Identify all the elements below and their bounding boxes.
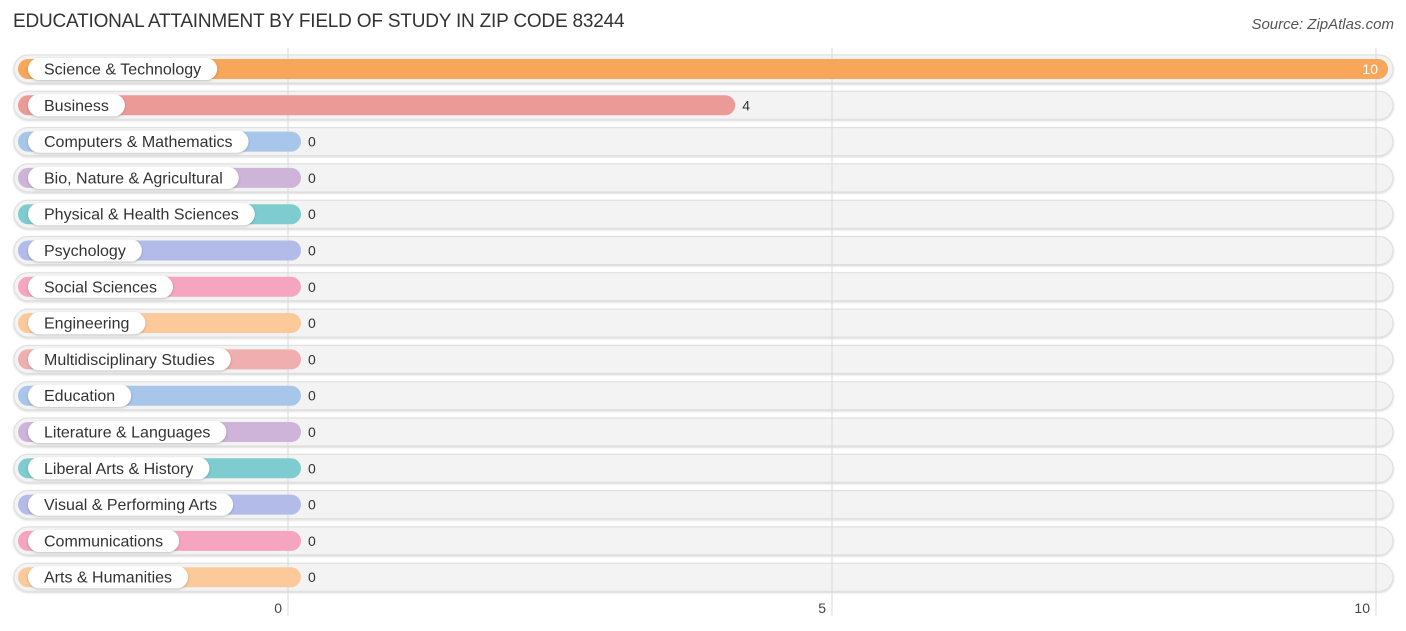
value-label: 10: [1362, 61, 1378, 77]
bar-group: Literature & Languages 0: [18, 421, 316, 443]
x-tick-label: 0: [274, 600, 282, 616]
value-label: 0: [308, 279, 316, 295]
bar-group: Bio, Nature & Agricultural 0: [18, 166, 316, 189]
bar-chart: Science & Technology 10 Business 4 Computers…: [13, 48, 1394, 616]
category-label: Arts & Humanities: [44, 570, 172, 587]
category-label: Literature & Languages: [44, 425, 210, 442]
category-label: Communications: [44, 533, 163, 550]
bar-group: Engineering 0: [18, 312, 316, 335]
value-label: 0: [308, 569, 316, 585]
bar-group: Computers & Mathematics 0: [18, 130, 316, 153]
category-label: Liberal Arts & History: [44, 461, 193, 478]
value-label: 0: [308, 134, 316, 150]
value-label: 0: [308, 460, 316, 476]
value-label: 0: [308, 388, 316, 404]
value-label: 0: [308, 243, 316, 259]
value-label: 0: [308, 206, 316, 222]
category-label: Computers & Mathematics: [44, 134, 233, 151]
bar-group: Psychology 0: [18, 239, 316, 262]
bar-group: Science & Technology 10: [18, 58, 1388, 80]
bar-group: Business 4: [18, 94, 750, 117]
category-label: Bio, Nature & Agricultural: [44, 170, 223, 187]
category-label: Business: [44, 98, 109, 115]
bar-group: Communications 0: [18, 529, 316, 552]
value-label: 4: [742, 97, 750, 113]
category-label: Psychology: [44, 243, 126, 260]
bar-group: Visual & Performing Arts 0: [18, 493, 316, 516]
value-label: 0: [308, 424, 316, 440]
category-label: Physical & Health Sciences: [44, 207, 239, 224]
x-tick-label: 5: [818, 600, 826, 616]
bar-group: Liberal Arts & History 0: [18, 457, 316, 480]
x-tick-label: 10: [1354, 600, 1370, 616]
value-label: 0: [308, 497, 316, 513]
category-label: Social Sciences: [44, 279, 157, 296]
bar-group: Multidisciplinary Studies 0: [18, 348, 316, 371]
bar-group: Education 0: [18, 384, 316, 407]
bar[interactable]: [18, 95, 736, 116]
value-label: 0: [308, 533, 316, 549]
category-label: Science & Technology: [44, 62, 201, 79]
bar-group: Arts & Humanities 0: [18, 566, 316, 589]
category-label: Multidisciplinary Studies: [44, 352, 215, 369]
category-label: Education: [44, 388, 115, 405]
value-label: 0: [308, 170, 316, 186]
value-label: 0: [308, 351, 316, 367]
category-label: Visual & Performing Arts: [44, 497, 217, 514]
bar-group: Social Sciences 0: [18, 275, 316, 298]
value-label: 0: [308, 315, 316, 331]
bar-group: Physical & Health Sciences 0: [18, 203, 316, 226]
bar[interactable]: [18, 59, 1388, 79]
category-label: Engineering: [44, 316, 129, 333]
